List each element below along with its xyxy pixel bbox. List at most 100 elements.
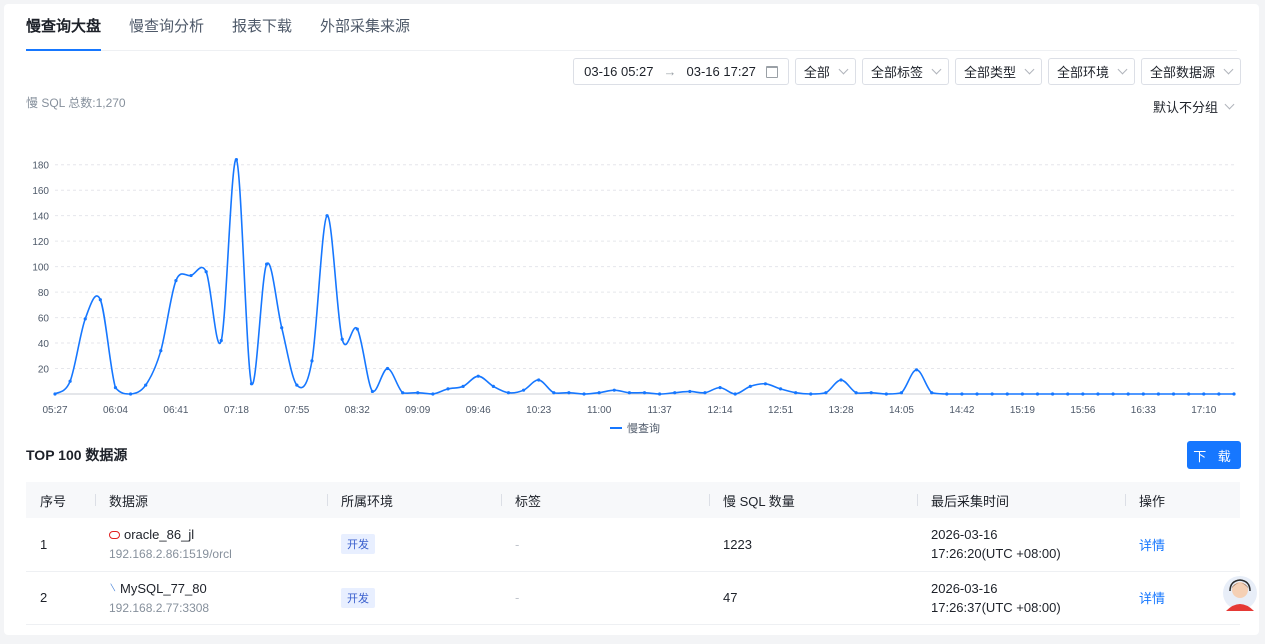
date-end[interactable]: 03-16 17:27 xyxy=(687,64,756,79)
data-point xyxy=(1081,392,1085,396)
scope-select[interactable]: 全部 xyxy=(794,58,856,85)
data-point xyxy=(174,279,178,283)
last-collected-time: 17:26:37(UTC +08:00) xyxy=(931,599,1061,615)
chevron-down-icon xyxy=(931,64,942,75)
y-tick-label: 140 xyxy=(32,212,49,223)
datasource-name-text: oracle_86_jl xyxy=(124,527,195,543)
data-point xyxy=(854,391,858,395)
data-point xyxy=(658,392,662,396)
calendar-icon xyxy=(765,65,778,78)
dashboard-card: 慢查询大盘 慢查询分析 报表下载 外部采集来源 03-16 05:27 → 03… xyxy=(4,4,1259,635)
datasource-name-text: MySQL_77_80 xyxy=(120,580,207,596)
x-tick-label: 11:00 xyxy=(587,405,612,416)
col-actions: 操作 xyxy=(1125,482,1240,518)
data-point xyxy=(1156,392,1161,396)
y-tick-label: 80 xyxy=(38,288,50,299)
y-tick-label: 160 xyxy=(32,186,49,197)
env-select[interactable]: 全部环境 xyxy=(1047,58,1135,85)
data-point xyxy=(1217,392,1221,396)
data-point xyxy=(794,391,798,395)
x-tick-label: 09:09 xyxy=(405,405,430,416)
x-tick-label: 14:42 xyxy=(949,405,974,416)
tab-slow-query-dashboard[interactable]: 慢查询大盘 xyxy=(26,4,102,51)
group-by-select[interactable]: 默认不分组 xyxy=(1153,97,1235,116)
data-point xyxy=(219,338,223,343)
tag-empty: - xyxy=(515,590,520,605)
col-tags: 标签 xyxy=(501,482,709,518)
data-point xyxy=(914,368,919,372)
tag-select[interactable]: 全部标签 xyxy=(861,58,949,85)
download-button[interactable]: 下 载 xyxy=(1187,441,1241,469)
data-point xyxy=(506,391,511,395)
data-point xyxy=(1232,392,1236,396)
x-tick-label: 05:27 xyxy=(42,405,67,416)
row-count: 47 xyxy=(723,590,738,605)
data-point xyxy=(552,391,556,395)
chevron-down-icon xyxy=(1224,99,1235,110)
data-point xyxy=(839,378,843,382)
data-point xyxy=(370,389,375,394)
chart-legend[interactable]: 慢查询 xyxy=(610,420,660,436)
data-point xyxy=(809,392,813,396)
x-tick-label: 07:55 xyxy=(284,405,309,416)
table-header-row: 序号 数据源 所属环境 标签 慢 SQL 数量 最后采集时间 操作 xyxy=(26,482,1240,518)
tab-report-download[interactable]: 报表下载 xyxy=(232,4,292,50)
data-point xyxy=(1202,392,1206,396)
col-slow-sql-count: 慢 SQL 数量 xyxy=(709,482,917,518)
data-point xyxy=(537,378,541,382)
col-last-collected: 最后采集时间 xyxy=(917,482,1125,518)
data-point xyxy=(718,386,722,390)
tab-slow-query-analysis[interactable]: 慢查询分析 xyxy=(129,4,204,50)
data-point xyxy=(990,392,994,396)
data-point xyxy=(627,391,631,395)
data-point xyxy=(1141,392,1145,396)
data-point xyxy=(204,270,208,274)
row-environment: 开发 xyxy=(327,571,501,624)
date-range-picker[interactable]: 03-16 05:27 → 03-16 17:27 xyxy=(573,58,789,85)
x-tick-label: 08:32 xyxy=(345,405,370,416)
row-last-collected: 2026-03-16 17:26:20(UTC +08:00) xyxy=(917,518,1125,571)
env-badge: 开发 xyxy=(341,534,375,555)
legend-swatch xyxy=(610,427,622,429)
data-point xyxy=(310,359,314,363)
data-point xyxy=(930,391,934,395)
datasource-select[interactable]: 全部数据源 xyxy=(1140,58,1241,85)
row-environment: 开发 xyxy=(327,518,501,571)
data-point xyxy=(521,388,526,392)
data-point xyxy=(355,327,359,331)
data-point xyxy=(945,392,949,396)
type-select[interactable]: 全部类型 xyxy=(954,58,1042,85)
row-datasource: oracle_86_jl 192.168.2.86:1519/orcl xyxy=(95,518,327,571)
row-tag: - xyxy=(501,571,709,624)
data-point xyxy=(476,374,480,378)
data-point xyxy=(1126,392,1130,396)
x-tick-label: 06:04 xyxy=(103,405,128,416)
data-point xyxy=(1035,392,1040,396)
row-index: 2 xyxy=(40,590,48,605)
data-point xyxy=(688,389,692,394)
detail-link[interactable]: 详情 xyxy=(1139,591,1165,606)
x-tick-label: 06:41 xyxy=(163,405,188,416)
data-point xyxy=(159,349,163,353)
data-point xyxy=(869,391,873,395)
col-datasource: 数据源 xyxy=(95,482,327,518)
date-start[interactable]: 03-16 05:27 xyxy=(584,64,653,79)
detail-link[interactable]: 详情 xyxy=(1139,538,1165,553)
last-collected-date: 2026-03-16 xyxy=(931,527,998,543)
datasource-name[interactable]: oracle_86_jl xyxy=(109,527,327,542)
tab-external-sources[interactable]: 外部采集来源 xyxy=(320,4,410,50)
scope-select-value: 全部 xyxy=(803,65,830,80)
data-point xyxy=(778,387,783,391)
x-tick-label: 15:19 xyxy=(1010,405,1035,416)
datasource-name[interactable]: ⟍ MySQL_77_80 xyxy=(108,580,327,596)
series-line-slow-query xyxy=(54,158,1234,395)
data-point xyxy=(98,298,102,302)
x-tick-label: 14:05 xyxy=(889,405,914,416)
data-point xyxy=(280,326,284,330)
col-environment: 所属环境 xyxy=(327,482,501,518)
env-select-value: 全部环境 xyxy=(1056,65,1109,80)
support-avatar-icon[interactable] xyxy=(1222,575,1258,613)
x-tick-label: 17:10 xyxy=(1191,405,1216,416)
data-point xyxy=(1096,392,1100,396)
slow-query-line-chart[interactable]: 20 40 60 80 100 120 140 160 180 05:27 06:04 06:41 07… xyxy=(4,144,1259,419)
